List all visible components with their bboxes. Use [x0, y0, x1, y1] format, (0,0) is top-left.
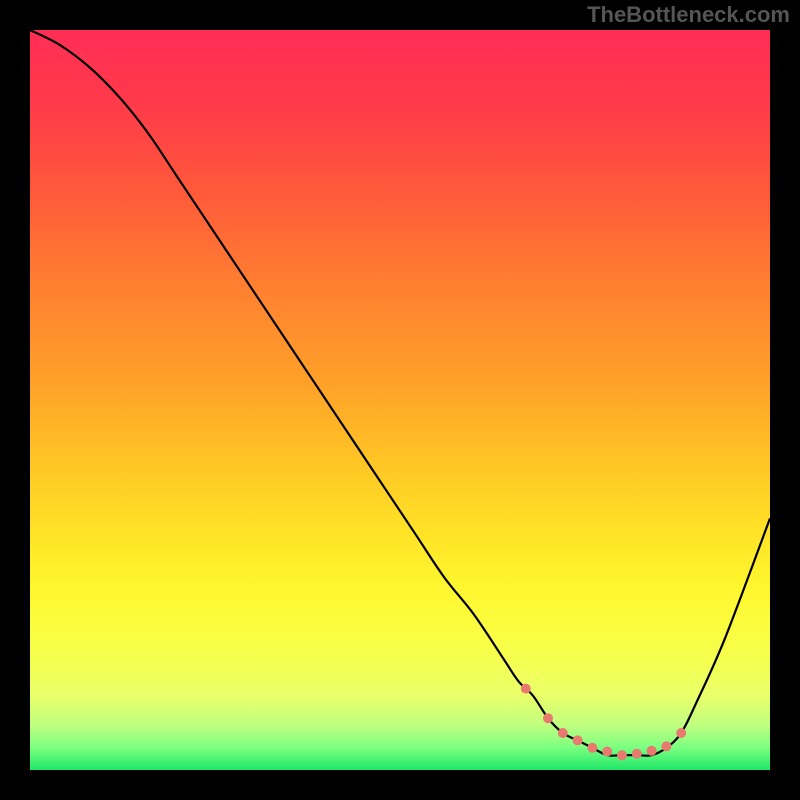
marker-dot — [617, 750, 627, 760]
marker-dot — [676, 728, 686, 738]
curve-path — [30, 30, 770, 756]
marker-dot — [521, 684, 531, 694]
bottleneck-curve — [30, 30, 770, 770]
chart-plot-area — [30, 30, 770, 770]
watermark-text: TheBottleneck.com — [587, 2, 790, 28]
marker-dot — [632, 749, 642, 759]
marker-dot — [573, 735, 583, 745]
marker-dot — [661, 741, 671, 751]
marker-dot — [543, 713, 553, 723]
marker-dots-group — [521, 684, 686, 761]
marker-dot — [558, 728, 568, 738]
marker-dot — [587, 743, 597, 753]
marker-dot — [602, 747, 612, 757]
marker-dot — [647, 746, 657, 756]
